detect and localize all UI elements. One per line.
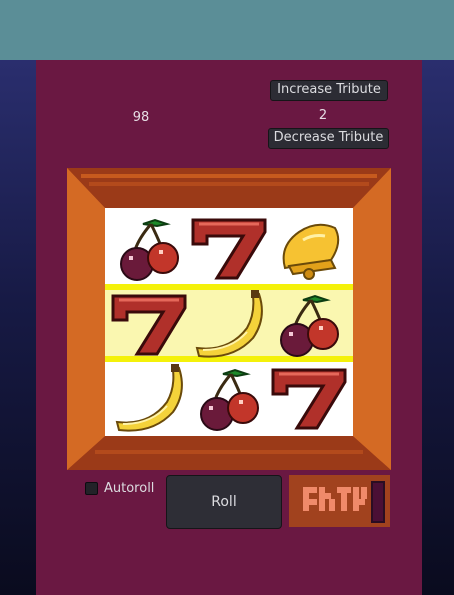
seven-icon bbox=[269, 362, 349, 434]
autoroll-checkbox[interactable]: Autoroll bbox=[85, 479, 154, 497]
money-counter: 98 bbox=[132, 110, 150, 125]
mini-display bbox=[289, 475, 390, 527]
reel-window bbox=[105, 208, 353, 436]
roll-button[interactable]: Roll bbox=[166, 475, 282, 529]
autoroll-label: Autoroll bbox=[104, 480, 155, 496]
tribute-value: 2 bbox=[318, 108, 328, 123]
increase-tribute-button[interactable]: Increase Tribute bbox=[270, 80, 388, 101]
top-bar bbox=[0, 0, 454, 60]
decrease-tribute-button[interactable]: Decrease Tribute bbox=[268, 128, 389, 149]
bell-icon bbox=[269, 212, 349, 284]
cherry-icon bbox=[269, 288, 349, 360]
seven-icon bbox=[189, 212, 269, 284]
pixel-glyph-icon bbox=[295, 481, 385, 523]
cherry-icon bbox=[189, 362, 269, 434]
cherry-icon bbox=[109, 212, 189, 284]
checkbox-box[interactable] bbox=[85, 481, 98, 495]
banana-icon bbox=[109, 362, 189, 434]
seven-icon bbox=[109, 288, 189, 360]
banana-icon bbox=[189, 288, 269, 360]
